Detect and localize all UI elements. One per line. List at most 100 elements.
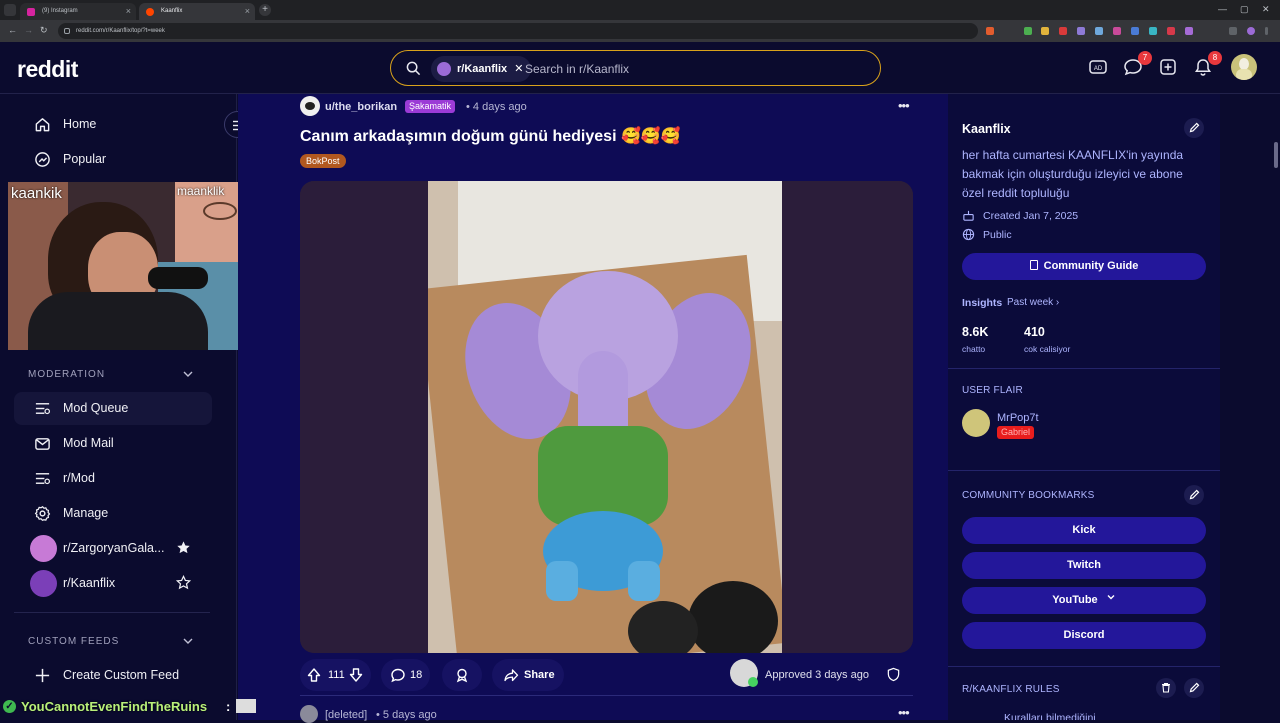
- delete-icon[interactable]: [1156, 678, 1176, 698]
- chat-username: YouCannotEvenFindTheRuins: [21, 699, 208, 714]
- award-button[interactable]: [442, 659, 482, 691]
- tab-kaanflix[interactable]: Kaanflix ×: [139, 3, 255, 20]
- webcam-label: kaankik: [11, 185, 62, 202]
- extension-icon[interactable]: [1024, 27, 1032, 35]
- tab-list-button[interactable]: [4, 4, 16, 16]
- insights-range[interactable]: Past week ›: [1007, 297, 1059, 308]
- author-avatar[interactable]: [300, 96, 320, 116]
- cake-icon: [962, 209, 975, 222]
- reload-icon[interactable]: ↻: [40, 25, 48, 36]
- sidebar-item-rmod[interactable]: r/Mod: [14, 462, 212, 495]
- stat-value: 410: [1024, 325, 1045, 339]
- comments-button[interactable]: 18: [381, 659, 430, 691]
- extension-icon[interactable]: [1077, 27, 1085, 35]
- webcam-label: maanklik: [177, 184, 225, 198]
- create-post-icon[interactable]: [1158, 57, 1180, 79]
- window-controls[interactable]: — ▢ ✕: [1216, 4, 1276, 16]
- chat-icon[interactable]: 7: [1123, 51, 1152, 79]
- community-description: her hafta cumartesi KAANFLIX'in yayında …: [962, 148, 1184, 200]
- more-options-icon[interactable]: •••: [898, 705, 910, 720]
- extension-icon[interactable]: [1113, 27, 1121, 35]
- search-bar[interactable]: r/Kaanflix ✕ Search in r/Kaanflix: [390, 50, 881, 86]
- extension-icon[interactable]: [1131, 27, 1139, 35]
- post-author[interactable]: [deleted]: [325, 709, 367, 721]
- community-guide-button[interactable]: Community Guide: [962, 253, 1206, 280]
- chevron-down-icon[interactable]: [182, 635, 194, 647]
- mail-icon: [34, 435, 51, 452]
- more-options-icon[interactable]: •••: [898, 98, 910, 113]
- upvote-icon[interactable]: [306, 667, 322, 683]
- community-info-card: Kaanflix her hafta cumartesi KAANFLIX'in…: [948, 94, 1220, 720]
- back-icon[interactable]: ←: [8, 25, 17, 35]
- chevron-down-icon: [1106, 592, 1116, 602]
- downvote-icon[interactable]: [348, 667, 364, 683]
- edit-icon[interactable]: [1184, 678, 1204, 698]
- moderation-header[interactable]: MODERATION: [28, 369, 105, 380]
- sidebar-item-mod-queue[interactable]: Mod Queue: [14, 392, 212, 425]
- custom-feeds-header[interactable]: CUSTOM FEEDS: [28, 636, 119, 647]
- address-bar[interactable]: reddit.com/r/Kaanflix/top/?t=week: [58, 23, 978, 39]
- bookmark-kick[interactable]: Kick: [962, 517, 1206, 544]
- bookmark-youtube[interactable]: YouTube: [962, 587, 1206, 614]
- post-image[interactable]: [300, 181, 913, 653]
- star-outline-icon[interactable]: [176, 575, 191, 590]
- ads-icon[interactable]: AD: [1088, 57, 1110, 79]
- site-info-icon[interactable]: [64, 28, 70, 34]
- chat-badge: 7: [1138, 51, 1152, 65]
- chevron-up-icon[interactable]: [182, 368, 194, 380]
- extension-icon[interactable]: [1041, 27, 1049, 35]
- extension-icon[interactable]: [1095, 27, 1103, 35]
- extension-icon[interactable]: [1059, 27, 1067, 35]
- sidebar-item-kaanflix[interactable]: r/Kaanflix: [14, 567, 212, 600]
- post-flair[interactable]: BokPost: [300, 154, 346, 168]
- sidebar-item-mod-mail[interactable]: Mod Mail: [14, 427, 212, 460]
- bookmark-twitch[interactable]: Twitch: [962, 552, 1206, 579]
- download-icon[interactable]: [1229, 27, 1237, 35]
- forward-icon[interactable]: →: [24, 25, 33, 35]
- search-scope-chip[interactable]: r/Kaanflix ✕: [431, 56, 532, 82]
- browser-tab-bar: (9) Instagram × Kaanflix × + — ▢ ✕: [0, 0, 1280, 20]
- sidebar-item-popular[interactable]: Popular: [14, 143, 212, 176]
- bell-icon[interactable]: 8: [1193, 51, 1222, 79]
- edit-icon[interactable]: [1184, 485, 1204, 505]
- shield-icon[interactable]: [886, 667, 901, 682]
- page-scrollbar[interactable]: [1272, 94, 1280, 720]
- tab-instagram[interactable]: (9) Instagram ×: [20, 3, 136, 20]
- mod-avatar[interactable]: [730, 659, 758, 687]
- extension-icon[interactable]: [1167, 27, 1175, 35]
- scrollbar-thumb[interactable]: [1274, 142, 1278, 168]
- next-post-preview[interactable]: [deleted] • 5 days ago •••: [238, 700, 948, 723]
- extension-icon[interactable]: [986, 27, 994, 35]
- stat-label: chatto: [962, 344, 986, 354]
- extension-icon[interactable]: [1185, 27, 1193, 35]
- insights-range-label: Past week: [1007, 297, 1054, 308]
- reddit-header: reddit r/Kaanflix ✕ Search in r/Kaanflix…: [0, 42, 1280, 94]
- search-input[interactable]: Search in r/Kaanflix: [525, 62, 629, 76]
- post-card[interactable]: u/the_borikan Şakamatik • 4 days ago •••…: [238, 94, 948, 706]
- reddit-logo[interactable]: reddit: [17, 56, 78, 83]
- sidebar-item-zargoryan[interactable]: r/ZargoryanGala...: [14, 532, 212, 565]
- rule-preview[interactable]: Kuralları bilmediğini: [1004, 712, 1096, 720]
- new-tab-button[interactable]: +: [259, 4, 271, 16]
- flair-username[interactable]: MrPop7t: [997, 412, 1039, 424]
- bookmark-discord[interactable]: Discord: [962, 622, 1206, 649]
- post-author[interactable]: u/the_borikan: [325, 101, 397, 113]
- edit-icon[interactable]: [1184, 118, 1204, 138]
- bookmark-label: YouTube: [1052, 594, 1098, 606]
- sidebar-item-home[interactable]: Home: [14, 108, 212, 141]
- menu-icon[interactable]: [1265, 27, 1268, 35]
- user-avatar[interactable]: [1231, 54, 1257, 80]
- star-filled-icon[interactable]: [176, 540, 191, 555]
- close-icon[interactable]: ✕: [514, 63, 523, 75]
- photo: [428, 181, 782, 653]
- sidebar-item-manage[interactable]: Manage: [14, 497, 212, 530]
- post-title[interactable]: Canım arkadaşımın doğum günü hediyesi 🥰🥰…: [300, 126, 681, 146]
- profile-icon[interactable]: [1247, 27, 1255, 35]
- share-button[interactable]: Share: [492, 659, 564, 691]
- close-icon[interactable]: ×: [126, 6, 131, 16]
- close-icon[interactable]: ×: [245, 6, 250, 16]
- create-custom-feed[interactable]: Create Custom Feed: [14, 659, 212, 692]
- extension-icon[interactable]: [1149, 27, 1157, 35]
- divider: [948, 666, 1220, 667]
- award-icon: [454, 667, 470, 683]
